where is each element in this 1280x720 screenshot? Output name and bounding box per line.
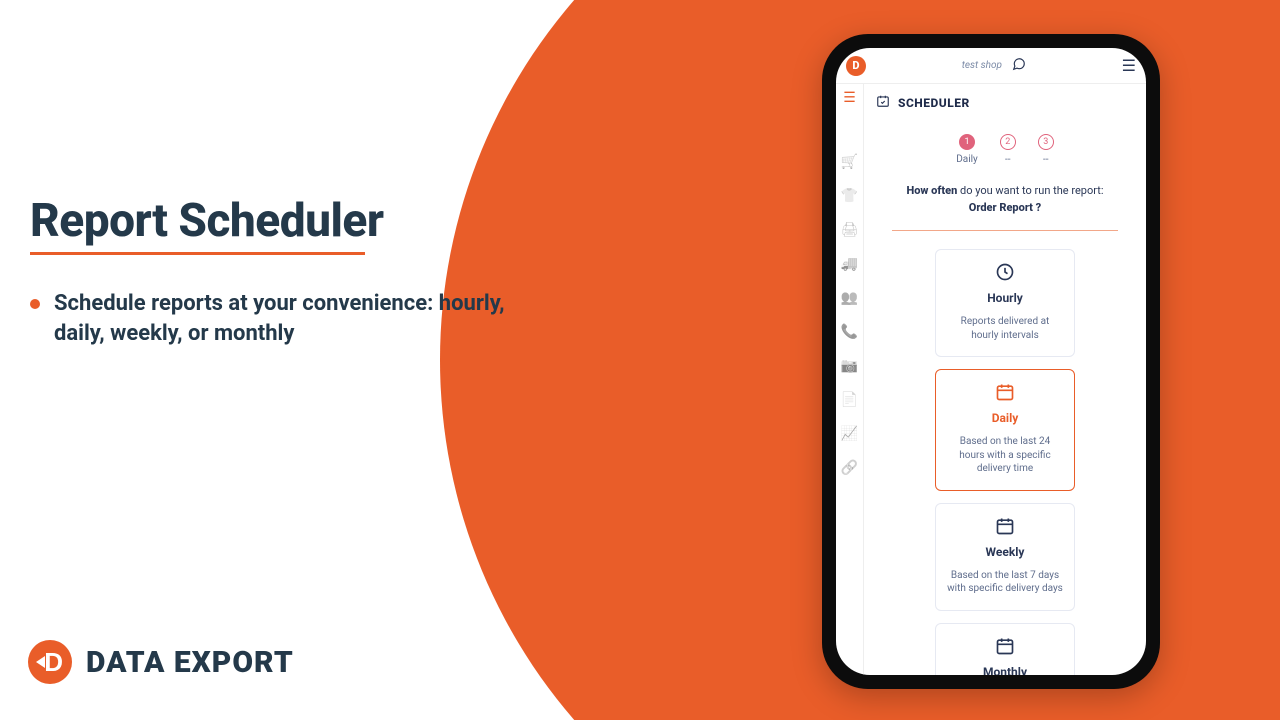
- rail-menu-icon[interactable]: ☰: [843, 90, 856, 106]
- marketing-panel: Report Scheduler Schedule reports at you…: [30, 195, 510, 348]
- content-area: SCHEDULER 1 Daily 2 -- 3 -- How often do you …: [864, 84, 1146, 675]
- option-title: Daily: [946, 411, 1064, 425]
- step-3[interactable]: 3 --: [1038, 134, 1054, 165]
- step-circle: 2: [1000, 134, 1016, 150]
- step-circle: 1: [959, 134, 975, 150]
- option-weekly[interactable]: Weekly Based on the last 7 days with spec…: [935, 503, 1075, 611]
- option-monthly[interactable]: Monthly: [935, 623, 1075, 676]
- stepper: 1 Daily 2 -- 3 --: [870, 134, 1140, 165]
- brand-logo-icon: D: [28, 640, 72, 684]
- option-desc: Based on the last 24 hours with a specif…: [946, 435, 1064, 476]
- step-circle: 3: [1038, 134, 1054, 150]
- shop-name: test shop: [962, 60, 1002, 71]
- shirt-icon[interactable]: 👕: [841, 188, 859, 204]
- printer-icon[interactable]: 🖨: [841, 222, 859, 238]
- option-desc: Based on the last 7 days with specific d…: [946, 569, 1064, 596]
- app-logo-icon[interactable]: D: [846, 56, 866, 76]
- cart-icon[interactable]: 🛒: [841, 154, 859, 170]
- clock-icon: [946, 262, 1064, 287]
- camera-icon[interactable]: 📷: [841, 358, 859, 374]
- phone-screen: D test shop ☰ ☰ 🛒 👕 🖨 🚚 👥 📞 📷 📄 📈 🔗: [836, 48, 1146, 675]
- calendar-icon: [946, 636, 1064, 661]
- option-daily[interactable]: Daily Based on the last 24 hours with a s…: [935, 369, 1075, 491]
- prompt-prefix: How often: [906, 184, 957, 197]
- users-icon[interactable]: 👥: [841, 290, 859, 306]
- step-label: --: [1043, 154, 1049, 165]
- menu-button[interactable]: ☰: [1122, 56, 1136, 75]
- chat-icon[interactable]: [1012, 57, 1026, 75]
- nav-rail: ☰ 🛒 👕 🖨 🚚 👥 📞 📷 📄 📈 🔗: [836, 84, 864, 675]
- chart-icon[interactable]: 📈: [841, 426, 859, 442]
- app-topbar: D test shop ☰: [836, 48, 1146, 84]
- page-title: Report Scheduler: [30, 195, 384, 254]
- page-header: SCHEDULER: [870, 84, 1140, 116]
- bullet-row: Schedule reports at your convenience: ho…: [30, 289, 510, 348]
- phone-frame: D test shop ☰ ☰ 🛒 👕 🖨 🚚 👥 📞 📷 📄 📈 🔗: [822, 34, 1160, 689]
- option-title: Monthly: [946, 665, 1064, 676]
- calendar-icon: [946, 382, 1064, 407]
- step-label: Daily: [956, 154, 978, 165]
- prompt-rest: do you want to run the report:: [957, 184, 1103, 197]
- file-icon[interactable]: 📄: [841, 392, 859, 408]
- frequency-options: Hourly Reports delivered at hourly interv…: [870, 249, 1140, 675]
- option-title: Hourly: [946, 291, 1064, 305]
- divider: [892, 230, 1118, 231]
- option-desc: Reports delivered at hourly intervals: [946, 315, 1064, 342]
- option-hourly[interactable]: Hourly Reports delivered at hourly interv…: [935, 249, 1075, 357]
- frequency-prompt: How often do you want to run the report:…: [870, 183, 1140, 216]
- step-2[interactable]: 2 --: [1000, 134, 1016, 165]
- step-label: --: [1005, 154, 1011, 165]
- brand-text: DATA EXPORT: [86, 645, 294, 680]
- page-header-title: SCHEDULER: [898, 96, 970, 110]
- option-title: Weekly: [946, 545, 1064, 559]
- share-icon[interactable]: 🔗: [841, 460, 859, 476]
- bullet-dot-icon: [30, 299, 40, 309]
- scheduler-icon: [876, 94, 890, 112]
- phone-icon[interactable]: 📞: [841, 324, 859, 340]
- brand-lockup: D DATA EXPORT: [28, 640, 294, 684]
- prompt-report-name: Order Report ?: [969, 201, 1041, 214]
- calendar-icon: [946, 516, 1064, 541]
- bullet-text: Schedule reports at your convenience: ho…: [54, 289, 510, 348]
- truck-icon[interactable]: 🚚: [841, 256, 859, 272]
- step-1[interactable]: 1 Daily: [956, 134, 978, 165]
